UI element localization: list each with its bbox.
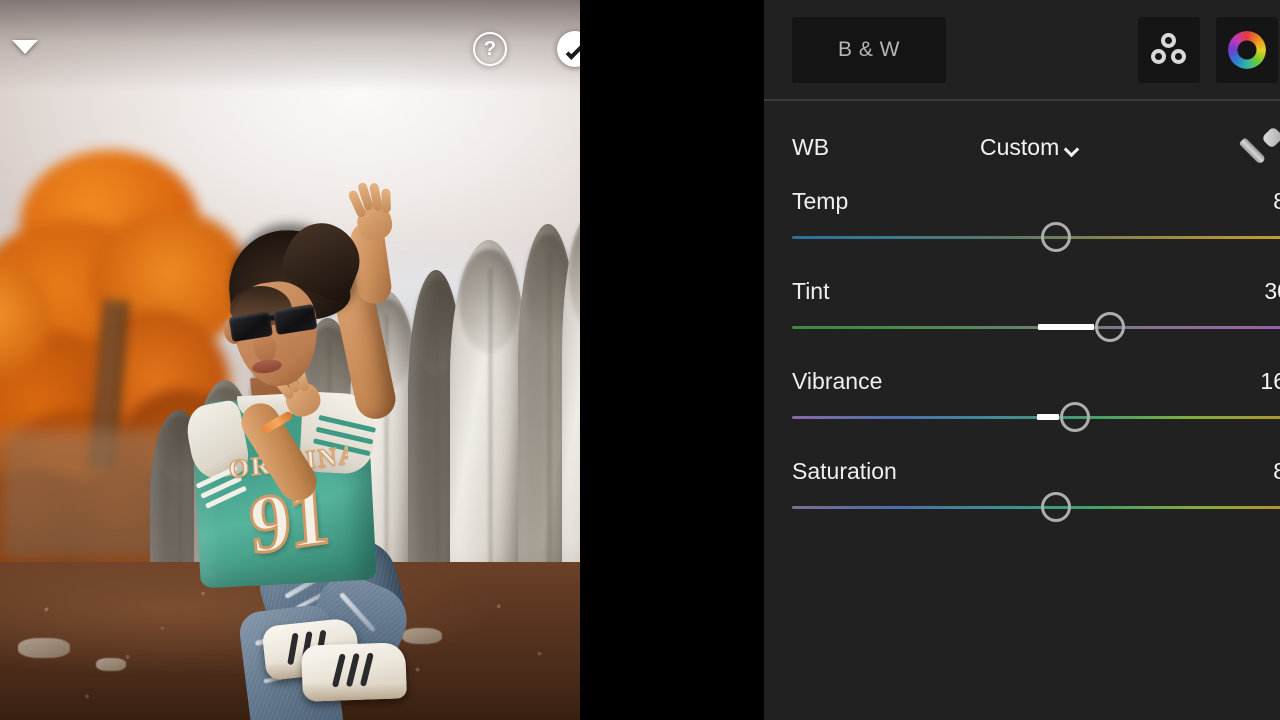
wb-label: WB [792, 134, 830, 160]
letterbox-gap [580, 0, 764, 720]
chevron-down-icon[interactable] [1063, 141, 1080, 158]
slider-thumb[interactable] [1041, 492, 1071, 522]
color-mix-button[interactable] [1138, 17, 1200, 83]
slider-label: Temp [792, 188, 849, 214]
color-wheel-button[interactable] [1216, 17, 1278, 83]
color-mix-icon [1151, 33, 1187, 67]
slider-thumb[interactable] [1041, 222, 1071, 252]
slider-value: 16 [1260, 368, 1280, 394]
slider-thumb[interactable] [1060, 402, 1090, 432]
bw-button[interactable]: B & W [792, 17, 946, 83]
help-icon[interactable]: ? [473, 32, 507, 66]
slider-label: Tint [792, 278, 830, 304]
slider-label: Saturation [792, 458, 897, 484]
slider-fill [1037, 414, 1059, 420]
slider-fill [1038, 324, 1094, 330]
slider-thumb[interactable] [1095, 312, 1125, 342]
slider-saturation[interactable]: Saturation 8 [764, 458, 1280, 530]
slider-tint[interactable]: Tint 30 [764, 278, 1280, 350]
color-edit-panel: B & W WB Custom Temp 8 Tint 3 Vibrance 1… [764, 0, 1280, 720]
slider-track[interactable] [792, 326, 1280, 329]
photo-preview[interactable]: ORIGINAL 91 [0, 0, 580, 720]
slider-value: 30 [1264, 278, 1280, 304]
slider-value: 8 [1273, 188, 1280, 214]
white-balance-row: WB Custom [764, 126, 1280, 174]
panel-toolbar: B & W [764, 0, 1280, 99]
check-icon[interactable] [557, 31, 580, 67]
color-wheel-icon [1228, 31, 1266, 69]
slider-label: Vibrance [792, 368, 883, 394]
eyedropper-icon[interactable] [1238, 126, 1280, 174]
app-root: ORIGINAL 91 [0, 0, 1280, 720]
slider-track[interactable] [792, 236, 1280, 239]
slider-temp[interactable]: Temp 8 [764, 188, 1280, 260]
chevron-down-icon[interactable] [12, 40, 38, 54]
photo-toolbar: ? [0, 0, 580, 720]
panel-divider [764, 99, 1280, 101]
slider-vibrance[interactable]: Vibrance 16 [764, 368, 1280, 440]
slider-value: 8 [1273, 458, 1280, 484]
slider-track[interactable] [792, 506, 1280, 509]
wb-value[interactable]: Custom [980, 134, 1059, 161]
slider-track[interactable] [792, 416, 1280, 419]
